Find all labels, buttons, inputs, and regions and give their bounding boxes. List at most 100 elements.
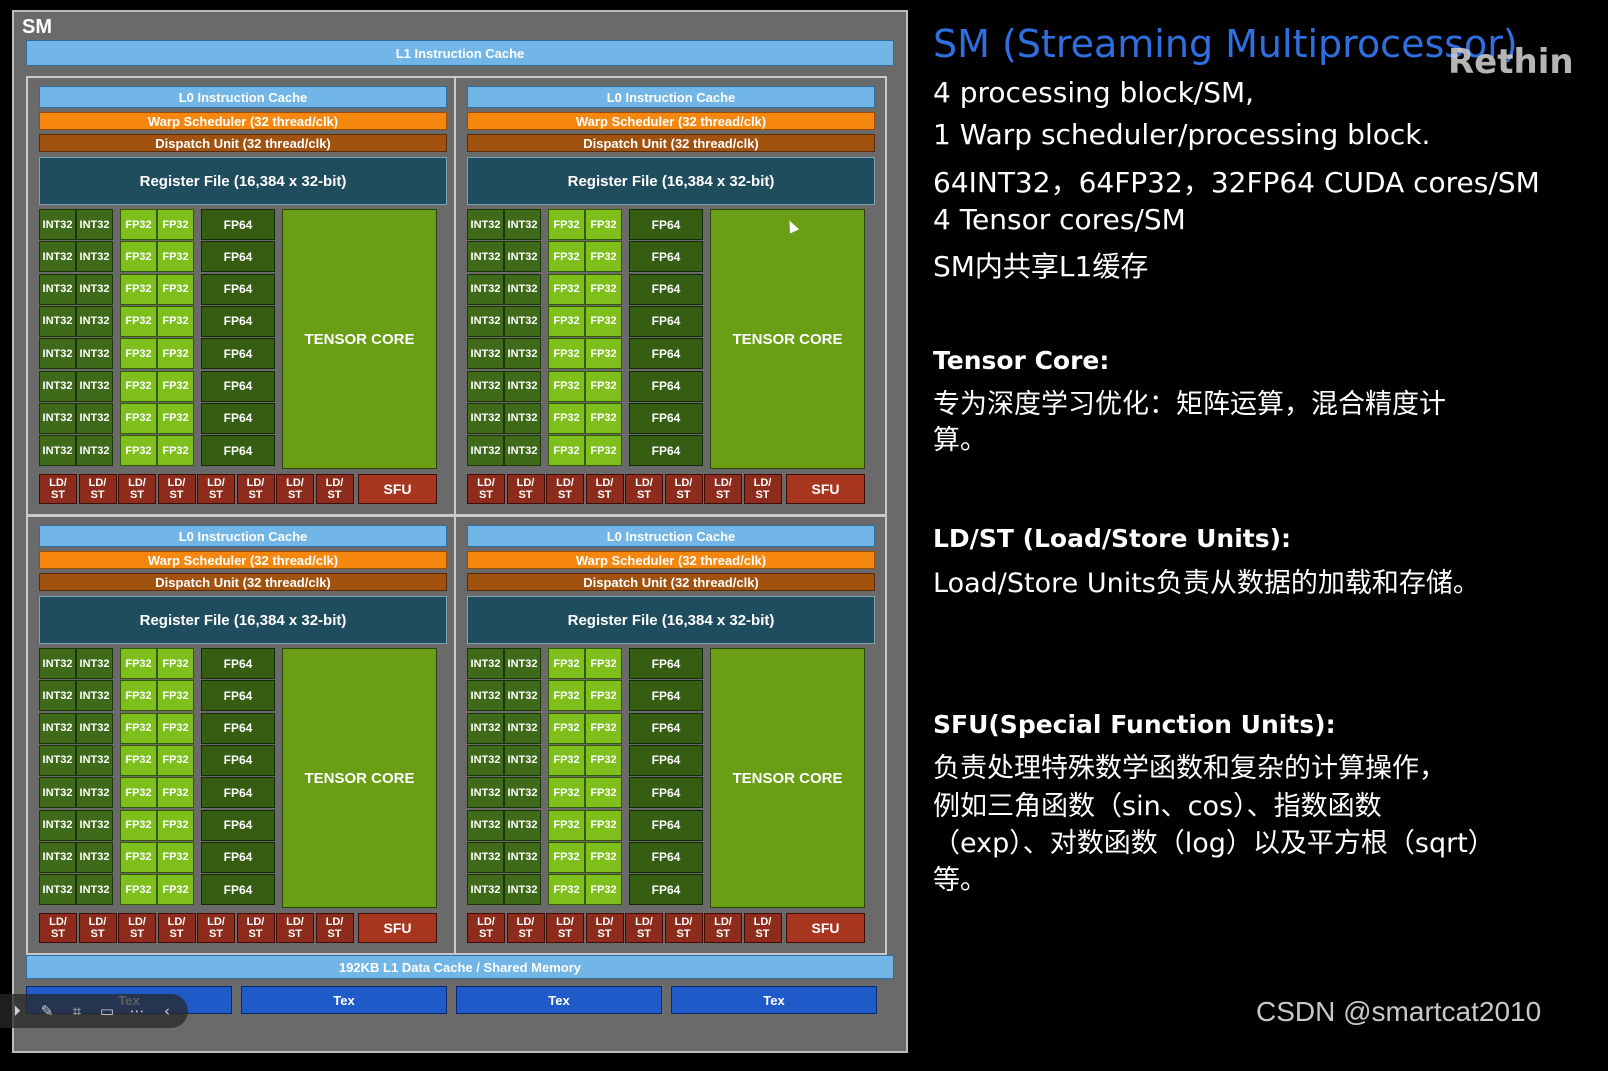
sm-label: SM bbox=[22, 16, 52, 38]
ldst-unit: LD/ ST bbox=[585, 474, 624, 504]
fp32-core: FP32 bbox=[120, 273, 157, 305]
warp-scheduler: Warp Scheduler (32 thread/clk) bbox=[467, 551, 875, 569]
fp64-core: FP64 bbox=[629, 680, 703, 712]
l0-instruction-cache: L0 Instruction Cache bbox=[39, 86, 447, 108]
fp32-core: FP32 bbox=[157, 777, 194, 809]
sfu-unit: SFU bbox=[786, 913, 865, 943]
fp64-core: FP64 bbox=[201, 435, 275, 467]
ldst-body-line: Load/Store Units负责从数据的加载和存储。 bbox=[933, 568, 1480, 599]
int32-core: INT32 bbox=[467, 305, 504, 337]
fp64-core: FP64 bbox=[201, 370, 275, 402]
spec-line: 64INT32，64FP32，32FP64 CUDA cores/SM bbox=[933, 166, 1540, 199]
sfu-unit: SFU bbox=[358, 913, 437, 943]
sfu-body-line: 等。 bbox=[933, 865, 987, 896]
sfu-heading: SFU(Special Function Units): bbox=[933, 710, 1336, 739]
fp32-core: FP32 bbox=[548, 370, 585, 402]
int32-core: INT32 bbox=[504, 712, 541, 744]
fp32-core: FP32 bbox=[548, 680, 585, 712]
ldst-unit: LD/ ST bbox=[506, 474, 545, 504]
fp64-core: FP64 bbox=[201, 209, 275, 240]
int32-core: INT32 bbox=[76, 744, 113, 776]
fp32-core: FP32 bbox=[585, 712, 622, 744]
screen-icon[interactable]: ▭ bbox=[96, 1000, 118, 1022]
l1-data-cache: 192KB L1 Data Cache / Shared Memory bbox=[26, 955, 894, 979]
int32-core: INT32 bbox=[39, 841, 76, 873]
ldst-unit: LD/ ST bbox=[546, 913, 584, 943]
fp32-core: FP32 bbox=[157, 370, 194, 402]
int32-core: INT32 bbox=[76, 241, 113, 273]
int32-core: INT32 bbox=[76, 841, 113, 873]
fp64-core: FP64 bbox=[201, 841, 275, 873]
int32-core: INT32 bbox=[76, 712, 113, 744]
fp32-core: FP32 bbox=[157, 648, 194, 679]
fp64-core: FP64 bbox=[201, 305, 275, 337]
ldst-unit: LD/ ST bbox=[625, 474, 663, 504]
int32-core: INT32 bbox=[467, 338, 504, 370]
fp64-core: FP64 bbox=[201, 338, 275, 370]
sfu-unit: SFU bbox=[358, 474, 437, 504]
fp64-core: FP64 bbox=[629, 777, 703, 809]
ldst-unit: LD/ ST bbox=[743, 913, 782, 943]
int32-core: INT32 bbox=[76, 209, 113, 240]
fp64-core: FP64 bbox=[629, 712, 703, 744]
fp32-core: FP32 bbox=[120, 241, 157, 273]
dispatch-unit: Dispatch Unit (32 thread/clk) bbox=[467, 134, 875, 152]
crop-icon[interactable]: ⌗ bbox=[66, 1000, 88, 1022]
int32-core: INT32 bbox=[467, 370, 504, 402]
ldst-unit: LD/ ST bbox=[118, 913, 156, 943]
sfu-body-line: 负责处理特殊数学函数和复杂的计算操作， bbox=[933, 753, 1446, 784]
fp32-core: FP32 bbox=[157, 809, 194, 841]
int32-core: INT32 bbox=[39, 744, 76, 776]
int32-core: INT32 bbox=[467, 874, 504, 906]
ldst-unit: LD/ ST bbox=[157, 474, 196, 504]
fp64-core: FP64 bbox=[629, 841, 703, 873]
fp32-core: FP32 bbox=[585, 680, 622, 712]
int32-core: INT32 bbox=[504, 338, 541, 370]
fp32-core: FP32 bbox=[120, 338, 157, 370]
fp32-core: FP32 bbox=[548, 777, 585, 809]
ldst-unit: LD/ ST bbox=[276, 474, 314, 504]
watermark: CSDN @smartcat2010 bbox=[1256, 996, 1542, 1027]
ldst-unit: LD/ ST bbox=[467, 474, 505, 504]
processing-block: L0 Instruction Cache Warp Scheduler (32 t… bbox=[26, 515, 459, 955]
fp32-core: FP32 bbox=[585, 209, 622, 240]
ldst-unit: LD/ ST bbox=[118, 474, 156, 504]
pen-icon[interactable]: ✎ bbox=[36, 1000, 58, 1022]
spec-line: 1 Warp scheduler/processing block. bbox=[933, 118, 1431, 151]
fp32-core: FP32 bbox=[157, 744, 194, 776]
fp32-core: FP32 bbox=[585, 809, 622, 841]
int32-core: INT32 bbox=[39, 680, 76, 712]
register-file: Register File (16,384 x 32-bit) bbox=[39, 596, 447, 644]
fp32-core: FP32 bbox=[157, 338, 194, 370]
fp32-core: FP32 bbox=[585, 874, 622, 906]
fp32-core: FP32 bbox=[157, 435, 194, 467]
overlay-text: Rethin bbox=[1448, 42, 1574, 82]
fp64-core: FP64 bbox=[201, 874, 275, 906]
fp64-core: FP64 bbox=[201, 680, 275, 712]
int32-core: INT32 bbox=[467, 777, 504, 809]
fp32-core: FP32 bbox=[585, 648, 622, 679]
fp64-core: FP64 bbox=[629, 209, 703, 240]
fp32-core: FP32 bbox=[157, 402, 194, 434]
collapse-icon[interactable]: ‹ bbox=[156, 1000, 178, 1022]
int32-core: INT32 bbox=[504, 273, 541, 305]
int32-core: INT32 bbox=[76, 680, 113, 712]
ldst-unit: LD/ ST bbox=[743, 474, 782, 504]
tensor-body-line: 算。 bbox=[933, 425, 987, 456]
fp64-core: FP64 bbox=[201, 809, 275, 841]
play-icon[interactable]: ⏵ bbox=[6, 1000, 28, 1022]
more-icon[interactable]: ⋯ bbox=[126, 1000, 148, 1022]
tex-unit: Tex bbox=[241, 986, 447, 1014]
fp32-core: FP32 bbox=[585, 402, 622, 434]
ldst-unit: LD/ ST bbox=[315, 474, 354, 504]
l1-instruction-cache: L1 Instruction Cache bbox=[26, 40, 894, 66]
ldst-unit: LD/ ST bbox=[39, 913, 77, 943]
int32-core: INT32 bbox=[39, 370, 76, 402]
fp32-core: FP32 bbox=[548, 841, 585, 873]
ldst-unit: LD/ ST bbox=[506, 913, 545, 943]
int32-core: INT32 bbox=[76, 435, 113, 467]
int32-core: INT32 bbox=[467, 841, 504, 873]
int32-core: INT32 bbox=[76, 305, 113, 337]
ldst-unit: LD/ ST bbox=[664, 474, 703, 504]
fp32-core: FP32 bbox=[120, 874, 157, 906]
